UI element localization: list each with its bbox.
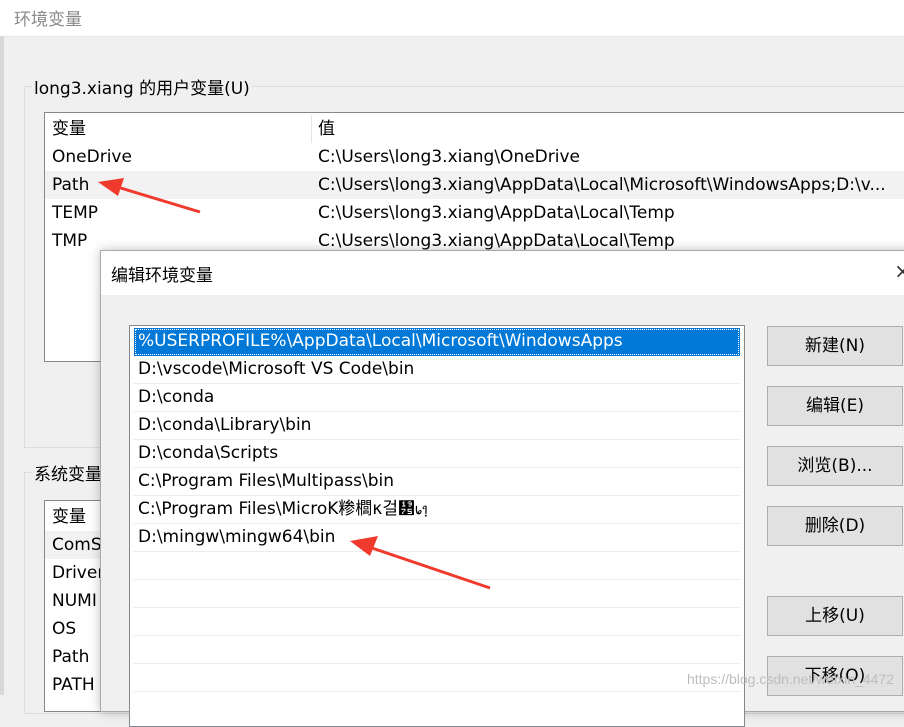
var-name: ComS — [52, 535, 102, 555]
dialog-title: 编辑环境变量 — [111, 266, 213, 286]
user-vars-label: long3.xiang 的用户变量(U) — [32, 74, 252, 99]
system-vars-label: 系统变量 — [32, 460, 104, 485]
var-value: C:\Users\long3.xiang\AppData\Local\Micro… — [318, 175, 886, 195]
edit-env-dialog: 编辑环境变量 × %USERPROFILE%\AppData\Local\Mic… — [100, 250, 904, 727]
var-name: Path — [52, 647, 90, 667]
column-header-variable[interactable]: 变量 — [52, 503, 86, 531]
list-item[interactable]: D:\vscode\Microsoft VS Code\bin — [134, 356, 740, 384]
path-entry: D:\vscode\Microsoft VS Code\bin — [138, 359, 415, 379]
path-entry: %USERPROFILE%\AppData\Local\Microsoft\Wi… — [138, 331, 623, 351]
column-separator[interactable] — [311, 115, 312, 143]
var-value: C:\Users\long3.xiang\AppData\Local\Temp — [318, 203, 675, 223]
dialog-titlebar: 编辑环境变量 × — [101, 251, 904, 295]
path-entry: D:\conda\Library\bin — [138, 415, 312, 435]
list-item-empty[interactable] — [134, 552, 740, 580]
path-entry: C:\Program Files\Multipass\bin — [138, 471, 394, 491]
var-name: Driver — [52, 563, 105, 583]
list-item[interactable]: D:\conda\Library\bin — [134, 412, 740, 440]
table-row[interactable]: TEMP C:\Users\long3.xiang\AppData\Local\… — [45, 199, 904, 227]
delete-button[interactable]: 删除(D) — [767, 506, 903, 546]
var-name: Path — [52, 175, 90, 195]
browse-button[interactable]: 浏览(B)... — [767, 446, 903, 486]
list-item[interactable]: D:\mingw\mingw64\bin — [134, 524, 740, 552]
window-title: 环境变量 — [14, 10, 82, 30]
var-name: OneDrive — [52, 147, 132, 167]
new-button[interactable]: 新建(N) — [767, 326, 903, 366]
list-item[interactable]: D:\conda\Scripts — [134, 440, 740, 468]
path-entry: D:\conda — [138, 387, 215, 407]
list-item[interactable]: %USERPROFILE%\AppData\Local\Microsoft\Wi… — [134, 328, 740, 356]
list-item-empty[interactable] — [134, 608, 740, 636]
edit-button[interactable]: 编辑(E) — [767, 386, 903, 426]
var-name: TEMP — [52, 203, 99, 223]
var-name: OS — [52, 619, 77, 639]
list-item[interactable]: C:\Program Files\Multipass\bin — [134, 468, 740, 496]
close-icon[interactable]: × — [894, 259, 904, 283]
column-header-variable[interactable]: 变量 — [52, 115, 86, 143]
column-header-value[interactable]: 值 — [318, 115, 335, 143]
var-value: C:\Users\long3.xiang\OneDrive — [318, 147, 580, 167]
path-entries-list[interactable]: %USERPROFILE%\AppData\Local\Microsoft\Wi… — [129, 325, 745, 727]
list-item-empty[interactable] — [134, 664, 740, 692]
move-up-button[interactable]: 上移(U) — [767, 596, 903, 636]
var-name: NUMI — [52, 591, 97, 611]
list-item[interactable]: C:\Program Files\MicroK糁櫚κ걸᥵᥇᥄ — [134, 496, 740, 524]
list-item[interactable]: D:\conda — [134, 384, 740, 412]
window-titlebar: 环境变量 — [0, 0, 904, 37]
table-row[interactable]: Path C:\Users\long3.xiang\AppData\Local\… — [45, 171, 904, 199]
table-header: 变量 值 — [45, 115, 904, 143]
list-item-empty[interactable] — [134, 580, 740, 608]
list-item-empty[interactable] — [134, 636, 740, 664]
path-entry: C:\Program Files\MicroK糁櫚κ걸᥵᥇᥄ — [138, 499, 428, 519]
path-entry: D:\mingw\mingw64\bin — [138, 527, 336, 547]
table-row[interactable]: OneDrive C:\Users\long3.xiang\OneDrive — [45, 143, 904, 171]
watermark: https://blog.csdn.net/weixin_4472 — [686, 671, 894, 687]
var-name: TMP — [52, 231, 88, 251]
left-edge-strip — [0, 36, 4, 695]
path-entry: D:\conda\Scripts — [138, 443, 279, 463]
